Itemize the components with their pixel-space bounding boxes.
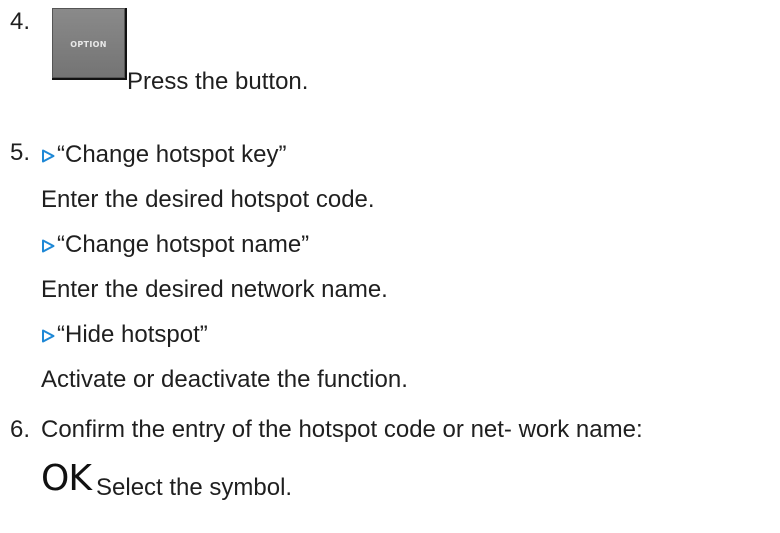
option-item: “Change hotspot key” [41, 141, 286, 169]
option-button-label: OPTION [70, 40, 107, 49]
option-title: “Change hotspot name” [57, 231, 310, 258]
triangle-right-icon [42, 239, 55, 253]
triangle-right-icon [42, 329, 55, 343]
step-6-symbol-text: Select the symbol. [96, 474, 293, 501]
option-title: “Change hotspot key” [57, 141, 287, 168]
triangle-right-icon [42, 149, 55, 163]
option-item: “Change hotspot name” [41, 231, 309, 259]
option-description: Enter the desired network name. [41, 276, 388, 303]
option-title: “Hide hotspot” [57, 321, 208, 348]
step-4-text: Press the button. [127, 68, 309, 95]
option-description: Enter the desired hotspot code. [41, 186, 375, 213]
step-number-6: 6. [10, 416, 31, 443]
option-button-icon: OPTION [52, 8, 125, 78]
option-description: Activate or deactivate the function. [41, 366, 408, 393]
step-number-4: 4. [10, 8, 31, 35]
step-6-text: Confirm the entry of the hotspot code or… [41, 416, 643, 443]
step-number-5: 5. [10, 139, 31, 166]
option-button-frame [52, 78, 126, 80]
ok-symbol-icon: OK [41, 458, 92, 499]
option-item: “Hide hotspot” [41, 321, 208, 349]
